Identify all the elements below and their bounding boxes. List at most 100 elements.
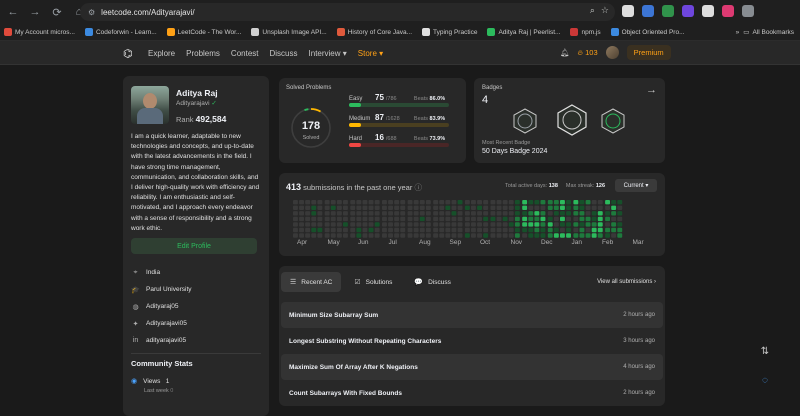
heatmap-cell[interactable] bbox=[324, 205, 330, 210]
heatmap-cell[interactable] bbox=[502, 200, 508, 205]
heatmap-cell[interactable] bbox=[547, 205, 553, 210]
heatmap-cell[interactable] bbox=[514, 205, 520, 210]
heatmap-cell[interactable] bbox=[311, 216, 317, 222]
heatmap-cell[interactable] bbox=[324, 233, 330, 238]
heatmap-cell[interactable] bbox=[407, 222, 413, 227]
heatmap-cell[interactable] bbox=[496, 222, 502, 227]
heatmap-cell[interactable] bbox=[374, 205, 380, 210]
heatmap-cell[interactable] bbox=[471, 227, 476, 233]
leetcode-logo-icon[interactable]: ⌬ bbox=[123, 47, 133, 60]
bookmark-item[interactable]: My Account micros... bbox=[4, 28, 75, 36]
heatmap-cell[interactable] bbox=[451, 233, 457, 238]
premium-button[interactable]: Premium bbox=[626, 45, 671, 60]
heatmap-cell[interactable] bbox=[573, 205, 579, 210]
heatmap-cell[interactable] bbox=[547, 216, 553, 222]
heatmap-cell[interactable] bbox=[330, 211, 336, 216]
heatmap-cell[interactable] bbox=[490, 211, 496, 216]
heatmap-cell[interactable] bbox=[566, 233, 571, 238]
heatmap-cell[interactable] bbox=[617, 233, 623, 238]
heatmap-cell[interactable] bbox=[433, 211, 439, 216]
heatmap-cell[interactable] bbox=[560, 211, 565, 216]
heatmap-cell[interactable] bbox=[445, 205, 451, 210]
heatmap-cell[interactable] bbox=[477, 200, 482, 205]
chat-icon[interactable]: ◌ bbox=[757, 372, 773, 388]
heatmap-cell[interactable] bbox=[573, 211, 579, 216]
heatmap-cell[interactable] bbox=[368, 227, 374, 233]
heatmap-cell[interactable] bbox=[336, 211, 342, 216]
heatmap-cell[interactable] bbox=[388, 211, 393, 216]
heatmap-cell[interactable] bbox=[573, 222, 579, 227]
heatmap-cell[interactable] bbox=[522, 211, 528, 216]
heatmap-cell[interactable] bbox=[425, 222, 431, 227]
heatmap-cell[interactable] bbox=[299, 216, 304, 222]
heatmap-cell[interactable] bbox=[382, 200, 387, 205]
heatmap-cell[interactable] bbox=[407, 216, 413, 222]
heatmap-cell[interactable] bbox=[605, 222, 610, 227]
heatmap-cell[interactable] bbox=[413, 211, 419, 216]
heatmap-cell[interactable] bbox=[311, 205, 317, 210]
heatmap-cell[interactable] bbox=[585, 200, 591, 205]
heatmap-cell[interactable] bbox=[464, 222, 470, 227]
heatmap-cell[interactable] bbox=[477, 211, 482, 216]
heatmap-cell[interactable] bbox=[534, 222, 540, 227]
heatmap-cell[interactable] bbox=[343, 233, 348, 238]
heatmap-cell[interactable] bbox=[566, 227, 571, 233]
heatmap-cell[interactable] bbox=[597, 227, 603, 233]
heatmap-cell[interactable] bbox=[382, 227, 387, 233]
heatmap-cell[interactable] bbox=[439, 205, 445, 210]
heatmap-cell[interactable] bbox=[591, 211, 597, 216]
heatmap-cell[interactable] bbox=[490, 205, 496, 210]
heatmap-cell[interactable] bbox=[483, 216, 489, 222]
heatmap-cell[interactable] bbox=[605, 233, 610, 238]
heatmap-cell[interactable] bbox=[528, 222, 534, 227]
zoom-icon[interactable]: ⌕ bbox=[590, 5, 595, 16]
heatmap-cell[interactable] bbox=[457, 233, 463, 238]
heatmap-cell[interactable] bbox=[490, 227, 496, 233]
heatmap-cell[interactable] bbox=[433, 227, 439, 233]
heatmap-cell[interactable] bbox=[324, 216, 330, 222]
heatmap-cell[interactable] bbox=[330, 205, 336, 210]
heatmap-cell[interactable] bbox=[597, 205, 603, 210]
heatmap-cell[interactable] bbox=[611, 216, 617, 222]
heatmap-cell[interactable] bbox=[540, 200, 546, 205]
heatmap-cell[interactable] bbox=[445, 227, 451, 233]
heatmap-cell[interactable] bbox=[362, 227, 368, 233]
heatmap-cell[interactable] bbox=[579, 222, 585, 227]
heatmap-cell[interactable] bbox=[597, 200, 603, 205]
forward-icon[interactable]: → bbox=[26, 3, 44, 21]
bookmark-item[interactable]: npm.js bbox=[570, 28, 601, 36]
bookmark-item[interactable]: Codeforwin - Learn... bbox=[84, 28, 157, 36]
heatmap-cell[interactable] bbox=[374, 200, 380, 205]
heatmap-cell[interactable] bbox=[388, 222, 393, 227]
heatmap-cell[interactable] bbox=[374, 211, 380, 216]
heatmap-cell[interactable] bbox=[413, 200, 419, 205]
heatmap-cell[interactable] bbox=[368, 216, 374, 222]
site-info-icon[interactable]: ⚙ bbox=[88, 8, 95, 17]
heatmap-cell[interactable] bbox=[591, 227, 597, 233]
heatmap-cell[interactable] bbox=[477, 222, 482, 227]
heatmap-cell[interactable] bbox=[350, 233, 356, 238]
heatmap-cell[interactable] bbox=[407, 211, 413, 216]
heatmap-cell[interactable] bbox=[573, 227, 579, 233]
profile-info-item[interactable]: ◍ Adityaraj05 bbox=[131, 298, 261, 315]
heatmap-cell[interactable] bbox=[490, 200, 496, 205]
heatmap-cell[interactable] bbox=[477, 227, 482, 233]
heatmap-cell[interactable] bbox=[464, 216, 470, 222]
heatmap-cell[interactable] bbox=[566, 205, 571, 210]
heatmap-cell[interactable] bbox=[508, 222, 514, 227]
swap-icon[interactable]: ⇅ bbox=[757, 343, 773, 359]
heatmap-cell[interactable] bbox=[400, 205, 406, 210]
heatmap-cell[interactable] bbox=[534, 200, 540, 205]
heatmap-cell[interactable] bbox=[311, 233, 317, 238]
heatmap-cell[interactable] bbox=[343, 216, 348, 222]
heatmap-cell[interactable] bbox=[560, 233, 565, 238]
heatmap-cell[interactable] bbox=[457, 200, 463, 205]
heatmap-cell[interactable] bbox=[483, 233, 489, 238]
heatmap-cell[interactable] bbox=[293, 233, 298, 238]
heatmap-cell[interactable] bbox=[496, 216, 502, 222]
heatmap-cell[interactable] bbox=[573, 200, 579, 205]
heatmap-cell[interactable] bbox=[605, 211, 610, 216]
heatmap-cell[interactable] bbox=[579, 205, 585, 210]
heatmap-cell[interactable] bbox=[560, 200, 565, 205]
reload-icon[interactable]: ⟳ bbox=[48, 3, 66, 21]
